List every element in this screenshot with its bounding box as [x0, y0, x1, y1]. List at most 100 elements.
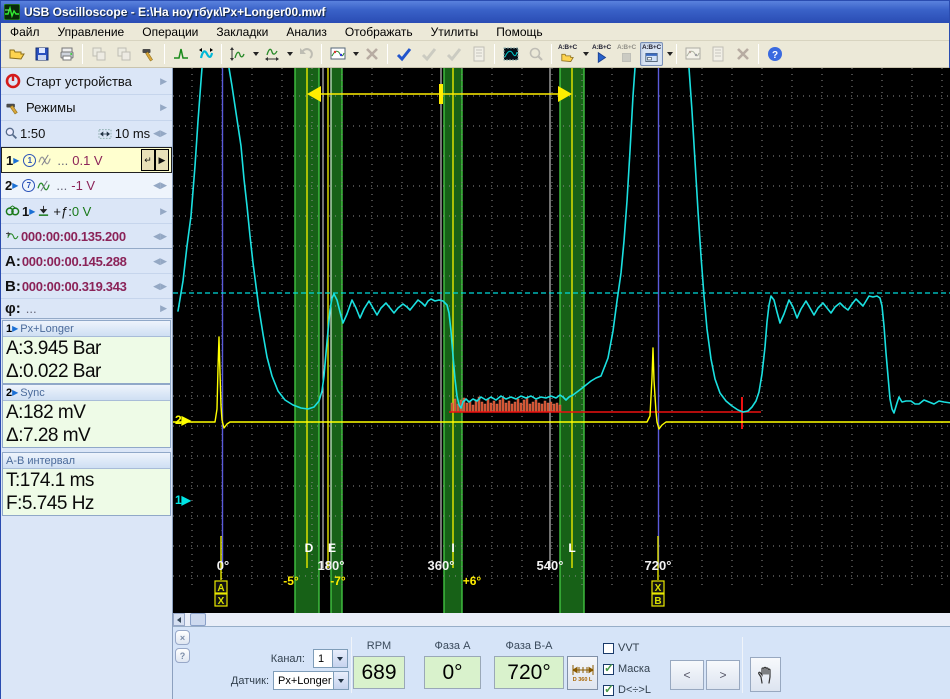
mask-bar	[505, 403, 507, 412]
checkbox-icon: ✓	[603, 685, 614, 696]
scroll-left-button[interactable]	[173, 613, 185, 626]
channel-2-scale-value[interactable]: -1 V	[71, 178, 95, 193]
channel-arrow-icon: ▶	[12, 181, 18, 190]
vvt-checkbox[interactable]: ✓ VVT	[603, 642, 639, 654]
help-button[interactable]: ?	[763, 42, 786, 66]
time-div-value[interactable]: 10 ms	[115, 126, 150, 141]
scope-label: I	[451, 541, 454, 555]
apply-check-icon	[396, 46, 412, 62]
menu-control[interactable]: Управление	[49, 24, 134, 40]
marker-b-value[interactable]: 000:00:00.319.343	[22, 279, 127, 294]
channel-1-return-button[interactable]: ↵	[141, 149, 155, 171]
chevron-down-icon[interactable]	[583, 52, 589, 56]
scope-label: -7°	[330, 574, 346, 588]
vertical-scale-button[interactable]	[226, 42, 249, 66]
apply-down-icon	[421, 46, 437, 62]
abc-label: A:B+C	[617, 44, 636, 51]
left-right-arrows-icon[interactable]: ◀▶	[153, 128, 167, 139]
binoculars-icon	[5, 205, 20, 217]
apply-check-button[interactable]	[392, 42, 415, 66]
chevron-down-icon[interactable]	[287, 52, 293, 56]
preview-chart-button[interactable]	[499, 42, 522, 66]
left-right-arrows-icon[interactable]: ◀▶	[153, 256, 167, 267]
zoom-ratio-value[interactable]: 1:50	[20, 126, 45, 141]
trigger-row[interactable]: 1 ▶ +ƒ: 0 V ▶	[1, 199, 172, 224]
panel-close-button[interactable]: ×	[175, 630, 190, 645]
script-open-button[interactable]: A:B+C	[556, 42, 579, 66]
channel-1-next-button[interactable]: ▶	[155, 149, 169, 171]
next-cycle-button[interactable]: >	[706, 660, 740, 690]
marker-a-label: A:	[5, 253, 21, 270]
left-right-arrows-icon[interactable]: ◀▶	[153, 231, 167, 242]
marker-a-row[interactable]: A: 000:00:00.145.288 ◀▶	[1, 249, 172, 274]
mask-bar	[454, 399, 456, 412]
channel-position-marker[interactable]: 1▶	[175, 493, 192, 507]
chevron-down-icon[interactable]	[667, 52, 673, 56]
menu-analysis[interactable]: Анализ	[277, 24, 336, 40]
toolbar-separator	[387, 44, 388, 64]
prev-cycle-button[interactable]: <	[670, 660, 704, 690]
scrollbar-thumb[interactable]	[190, 613, 206, 626]
menu-operations[interactable]: Операции	[133, 24, 207, 40]
stretch-signal-button[interactable]	[194, 42, 217, 66]
menu-utilities[interactable]: Утилиты	[422, 24, 488, 40]
expand-arrow-icon[interactable]: ▶	[160, 102, 167, 113]
pan-hand-button[interactable]	[750, 657, 781, 692]
chevron-down-icon	[337, 657, 343, 661]
scope-canvas[interactable]: AXXBDEIL0°180°360°540°720°-5°-7°+6°2▶1▶	[173, 68, 950, 613]
menu-bookmarks[interactable]: Закладки	[207, 24, 277, 40]
tools-button[interactable]	[137, 42, 160, 66]
left-right-arrows-icon[interactable]: ◀▶	[153, 281, 167, 292]
measure-value-a: A:182 mV	[3, 401, 170, 424]
phase-a-value: 0°	[442, 661, 462, 685]
dropdown-button[interactable]	[333, 672, 348, 689]
channel-1-scale-value[interactable]: 0.1 V	[72, 153, 102, 168]
menu-file[interactable]: Файл	[1, 24, 49, 40]
abc-label: A:B+C	[558, 44, 577, 51]
modes-row[interactable]: Режимы ▶	[1, 95, 172, 121]
check-icon: ✓	[604, 661, 614, 675]
d360-measure-button[interactable]: D 360 L	[567, 656, 598, 690]
capture-frame-button[interactable]	[169, 42, 192, 66]
scope-label: +6°	[463, 574, 482, 588]
sensor-select-dropdown[interactable]: Px+Longer	[273, 671, 349, 690]
select-chart-button[interactable]	[326, 42, 349, 66]
menu-help[interactable]: Помощь	[487, 24, 551, 40]
mask-checkbox[interactable]: ✓ Маска	[603, 663, 650, 675]
chevron-down-icon[interactable]	[253, 52, 259, 56]
mask-bar	[559, 405, 561, 412]
script-run-button[interactable]: A:B+C	[590, 42, 613, 66]
dropdown-button[interactable]	[332, 650, 347, 667]
horizontal-scale-button[interactable]	[260, 42, 283, 66]
sensor-select-value: Px+Longer	[274, 675, 333, 687]
chevron-down-icon[interactable]	[353, 52, 359, 56]
channel-1-row[interactable]: 1 ▶ 1 ... 0.1 V ↵▶	[1, 147, 172, 173]
save-file-button[interactable]	[30, 42, 53, 66]
script-panel-button[interactable]: A:B+C	[640, 42, 663, 66]
expand-arrow-icon[interactable]: ▶	[160, 206, 167, 217]
open-file-button[interactable]	[5, 42, 28, 66]
channel-position-marker[interactable]: 2▶	[175, 413, 192, 427]
zoom-row[interactable]: 1:50 10 ms ◀▶	[1, 121, 172, 147]
panel-help-button[interactable]: ?	[175, 648, 190, 663]
trigger-level-value[interactable]: 0 V	[72, 204, 92, 219]
horizontal-scrollbar[interactable]	[173, 613, 950, 626]
dl-checkbox[interactable]: ✓ D<÷>L	[603, 684, 651, 696]
left-right-arrows-icon[interactable]: ◀▶	[153, 180, 167, 191]
measure-value-f: F:5.745 Hz	[3, 492, 170, 515]
marker-b-row[interactable]: B: 000:00:00.319.343 ◀▶	[1, 274, 172, 299]
time-position-row[interactable]: 000:00:00.135.200 ◀▶	[1, 224, 172, 249]
mask-bar	[529, 404, 531, 412]
print-button[interactable]	[55, 42, 78, 66]
mask-bar	[496, 404, 498, 412]
channel-2-row[interactable]: 2 ▶ 7 ... -1 V ◀▶	[1, 173, 172, 199]
menu-display[interactable]: Отображать	[336, 24, 422, 40]
phase-row[interactable]: φ: ... ▶	[1, 299, 172, 319]
marker-a-value[interactable]: 000:00:00.145.288	[22, 254, 127, 269]
result-delete-icon	[735, 46, 751, 62]
start-device-row[interactable]: Старт устройства ▶	[1, 68, 172, 95]
expand-arrow-icon[interactable]: ▶	[160, 76, 167, 87]
time-position-value[interactable]: 000:00:00.135.200	[21, 229, 126, 244]
channel-select-dropdown[interactable]: 1	[313, 649, 348, 668]
expand-arrow-icon[interactable]: ▶	[160, 303, 167, 314]
